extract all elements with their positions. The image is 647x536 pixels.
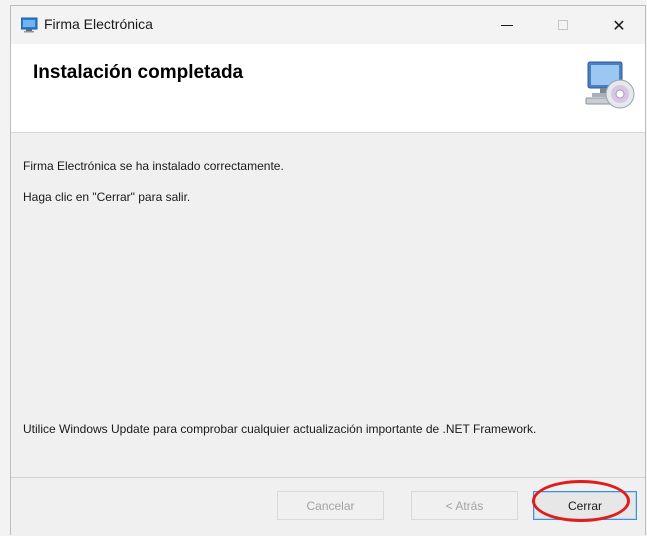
minimize-button[interactable] — [479, 6, 535, 44]
close-icon: ✕ — [612, 15, 626, 35]
maximize-button[interactable] — [535, 6, 591, 44]
content-area: Firma Electrónica se ha instalado correc… — [11, 133, 645, 479]
minimize-icon — [501, 24, 513, 26]
close-instruction-text: Haga clic en "Cerrar" para salir. — [23, 190, 191, 204]
windows-update-note: Utilice Windows Update para comprobar cu… — [23, 422, 537, 436]
installer-app-icon — [21, 17, 38, 33]
title-bar[interactable]: Firma Electrónica ✕ — [11, 6, 645, 44]
header-banner: Instalación completada — [11, 44, 645, 133]
button-footer: Cancelar < Atrás Cerrar — [11, 478, 645, 536]
window-title: Firma Electrónica — [44, 16, 153, 32]
close-button[interactable]: Cerrar — [533, 491, 637, 520]
cancel-button[interactable]: Cancelar — [277, 491, 384, 520]
installer-window: Firma Electrónica ✕ Instalación completa… — [10, 5, 646, 536]
page-title: Instalación completada — [33, 62, 244, 83]
install-success-text: Firma Electrónica se ha instalado correc… — [23, 159, 284, 173]
computer-cd-icon — [585, 61, 635, 109]
maximize-icon — [558, 20, 568, 30]
close-window-button[interactable]: ✕ — [591, 6, 647, 44]
back-button[interactable]: < Atrás — [411, 491, 518, 520]
